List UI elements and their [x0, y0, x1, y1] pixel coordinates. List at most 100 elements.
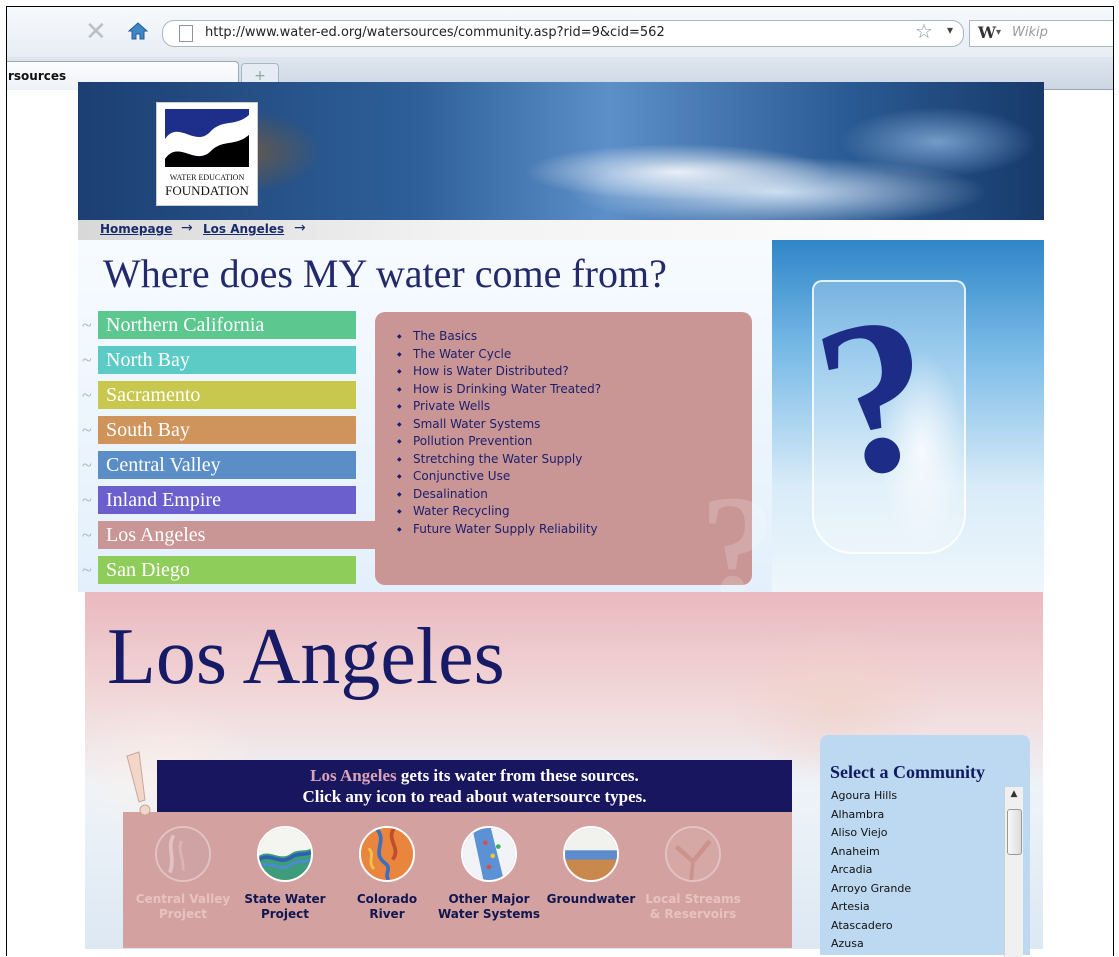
region-label[interactable]: Los Angeles: [106, 524, 205, 547]
other-water-systems-icon[interactable]: [461, 826, 517, 882]
select-community-panel: Select a Community Agoura Hills Alhambra A…: [820, 735, 1030, 957]
community-title: Los Angeles: [107, 613, 505, 701]
topic-link-desalination[interactable]: Desalination: [397, 486, 752, 504]
topics-list: The BasicsThe Water CycleHow is Water Di…: [375, 312, 752, 538]
bookmark-star-icon[interactable]: ☆: [915, 19, 933, 43]
water-source-label-line2: Water Systems: [437, 907, 540, 921]
topic-link-private-wells[interactable]: Private Wells: [397, 398, 752, 416]
water-source-local-streams-reservoirs: Local Streams & Reservoirs: [638, 826, 748, 936]
tilde-bullet: ~: [82, 350, 92, 370]
tab-title[interactable]: rsources: [8, 69, 66, 83]
breadcrumb-homepage[interactable]: Homepage: [100, 222, 172, 236]
breadcrumb-arrow: →: [294, 220, 306, 236]
water-source-label-line1: Colorado: [356, 892, 418, 906]
community-option-anaheim[interactable]: Anaheim: [828, 843, 1018, 862]
topic-link-stretching-the-water-supply[interactable]: Stretching the Water Supply: [397, 451, 752, 469]
water-source-label-line1: Local Streams: [645, 892, 741, 906]
water-source-label[interactable]: Groundwater: [536, 892, 646, 907]
water-source-label-line2: Project: [260, 907, 310, 921]
water-glass-image: ?: [772, 240, 1044, 592]
groundwater-icon[interactable]: [563, 826, 619, 882]
region-item-central-valley[interactable]: ~ Central Valley: [78, 451, 364, 481]
water-source-label[interactable]: State Water Project: [230, 892, 340, 922]
select-community-title: Select a Community: [830, 762, 985, 782]
logo-text-line2: FOUNDATION: [165, 183, 249, 198]
address-bar[interactable]: http://www.water-ed.org/watersources/com…: [162, 20, 964, 47]
search-box[interactable]: W ▾ Wikip: [969, 20, 1113, 47]
water-source-colorado-river[interactable]: Colorado River: [332, 826, 442, 936]
wave-logo-icon: [165, 109, 249, 167]
search-engine-dropdown-icon[interactable]: ▾: [996, 27, 1001, 38]
region-item-inland-empire[interactable]: ~ Inland Empire: [78, 486, 364, 516]
community-scrollbar[interactable]: ▲: [1004, 787, 1023, 957]
region-item-san-diego[interactable]: ~ San Diego: [78, 556, 364, 586]
wikipedia-icon[interactable]: W: [978, 23, 996, 42]
water-source-label-line2: & Reservoirs: [649, 907, 737, 921]
region-item-northern-california[interactable]: ~ Northern California: [78, 311, 364, 341]
water-source-groundwater[interactable]: Groundwater: [536, 826, 646, 936]
colorado-river-icon[interactable]: [359, 826, 415, 882]
community-option-atascadero[interactable]: Atascadero: [828, 917, 1018, 936]
topic-link-water-recycling[interactable]: Water Recycling: [397, 503, 752, 521]
region-label[interactable]: South Bay: [106, 419, 190, 442]
breadcrumb-arrow: →: [181, 220, 193, 236]
site-logo[interactable]: WATER EDUCATION FOUNDATION: [156, 102, 258, 206]
topic-link-conjunctive-use[interactable]: Conjunctive Use: [397, 468, 752, 486]
url-dropdown-icon[interactable]: ▾: [947, 23, 953, 37]
region-label[interactable]: North Bay: [106, 349, 190, 372]
water-source-other-major-water-systems[interactable]: Other Major Water Systems: [434, 826, 544, 936]
topic-link-pollution-prevention[interactable]: Pollution Prevention: [397, 433, 752, 451]
sources-icons-area: Central Valley Project State Water Project C…: [123, 812, 792, 948]
community-option-aliso-viejo[interactable]: Aliso Viejo: [828, 824, 1018, 843]
sources-caption-line2: Click any icon to read about watersource…: [302, 787, 647, 806]
topic-link-future-water-supply-reliability[interactable]: Future Water Supply Reliability: [397, 521, 752, 539]
water-source-label-line1: Other Major: [448, 892, 530, 906]
topic-link-how-is-water-distributed[interactable]: How is Water Distributed?: [397, 363, 752, 381]
page-headline: Where does MY water come from?: [103, 251, 667, 296]
community-option-artesia[interactable]: Artesia: [828, 898, 1018, 917]
region-item-sacramento[interactable]: ~ Sacramento: [78, 381, 364, 411]
region-label[interactable]: Sacramento: [106, 384, 200, 407]
water-source-label-line1: Central Valley: [135, 892, 231, 906]
region-label[interactable]: Inland Empire: [106, 489, 221, 512]
community-listbox[interactable]: Agoura Hills Alhambra Aliso Viejo Anaheim Ar…: [828, 787, 1023, 957]
scroll-thumb[interactable]: [1007, 809, 1022, 855]
water-source-label-line1: Groundwater: [546, 892, 636, 906]
navigation-toolbar: ✕ http://www.water-ed.org/watersources/c…: [7, 7, 1113, 57]
region-item-los-angeles[interactable]: ~ Los Angeles: [78, 521, 376, 551]
community-option-azusa[interactable]: Azusa: [828, 935, 1018, 954]
region-label[interactable]: Northern California: [106, 314, 264, 337]
local-streams-icon: [665, 826, 721, 882]
tilde-bullet: ~: [82, 490, 92, 510]
community-option-alhambra[interactable]: Alhambra: [828, 806, 1018, 825]
region-label[interactable]: Central Valley: [106, 454, 221, 477]
water-source-navigator: ? Where does MY water come from? ~ Northe…: [78, 240, 1044, 631]
stop-icon[interactable]: ✕: [85, 19, 107, 45]
central-valley-project-icon: [155, 826, 211, 882]
breadcrumb-los-angeles[interactable]: Los Angeles: [203, 222, 284, 236]
region-item-north-bay[interactable]: ~ North Bay: [78, 346, 364, 376]
url-text[interactable]: http://www.water-ed.org/watersources/com…: [205, 25, 665, 40]
state-water-project-icon[interactable]: [257, 826, 313, 882]
topic-link-the-water-cycle[interactable]: The Water Cycle: [397, 346, 752, 364]
scroll-up-icon[interactable]: ▲: [1005, 789, 1023, 805]
home-icon[interactable]: [127, 21, 149, 41]
exclamation-icon: [126, 751, 151, 816]
water-source-label[interactable]: Other Major Water Systems: [434, 892, 544, 922]
community-option-arroyo-grande[interactable]: Arroyo Grande: [828, 880, 1018, 899]
search-placeholder[interactable]: Wikip: [1012, 25, 1048, 40]
tilde-bullet: ~: [82, 385, 92, 405]
tilde-bullet: ~: [82, 420, 92, 440]
community-option-arcadia[interactable]: Arcadia: [828, 861, 1018, 880]
topic-link-how-is-drinking-water-treated[interactable]: How is Drinking Water Treated?: [397, 381, 752, 399]
water-source-state-water-project[interactable]: State Water Project: [230, 826, 340, 936]
region-label[interactable]: San Diego: [106, 559, 190, 582]
topic-link-the-basics[interactable]: The Basics: [397, 328, 752, 346]
page-icon: [179, 25, 193, 42]
region-item-south-bay[interactable]: ~ South Bay: [78, 416, 364, 446]
water-source-label[interactable]: Colorado River: [332, 892, 442, 922]
topic-link-small-water-systems[interactable]: Small Water Systems: [397, 416, 752, 434]
water-sources-panel: Central Valley Project State Water Project C…: [117, 751, 792, 950]
community-option-agoura-hills[interactable]: Agoura Hills: [828, 787, 1018, 806]
logo-text-line1: WATER EDUCATION: [169, 173, 245, 182]
